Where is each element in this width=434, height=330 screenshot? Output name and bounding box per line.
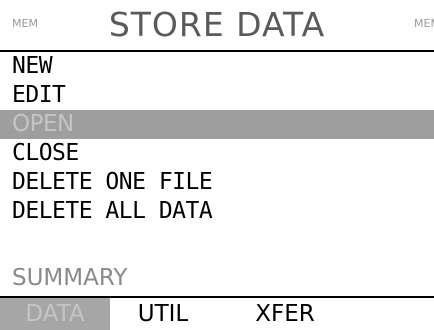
- next-menu-label[interactable]: MEM: [414, 17, 434, 30]
- menu-item-blank: [0, 226, 434, 255]
- menu-item-delete-one-file[interactable]: DELETE ONE FILE: [0, 168, 434, 197]
- menu-item-close[interactable]: CLOSE: [0, 139, 434, 168]
- store-data-menu: NEW EDIT OPEN CLOSE DELETE ONE FILE DELE…: [0, 52, 434, 295]
- tab-util[interactable]: UTIL: [118, 298, 208, 330]
- bottom-tab-bar: DATA UTIL XFER: [0, 296, 434, 330]
- menu-item-open[interactable]: OPEN: [0, 110, 434, 139]
- menu-item-new[interactable]: NEW: [0, 52, 434, 81]
- menu-item-summary[interactable]: SUMMARY: [0, 264, 434, 293]
- tab-data[interactable]: DATA: [0, 298, 110, 330]
- store-data-screen: MEM STORE DATA MEM NEW EDIT OPEN CLOSE D…: [0, 0, 434, 330]
- tab-xfer[interactable]: XFER: [240, 298, 330, 330]
- screen-title: STORE DATA: [108, 5, 326, 44]
- menu-item-edit[interactable]: EDIT: [0, 81, 434, 110]
- menu-item-delete-all-data[interactable]: DELETE ALL DATA: [0, 197, 434, 226]
- screen-header: MEM STORE DATA MEM: [0, 0, 434, 52]
